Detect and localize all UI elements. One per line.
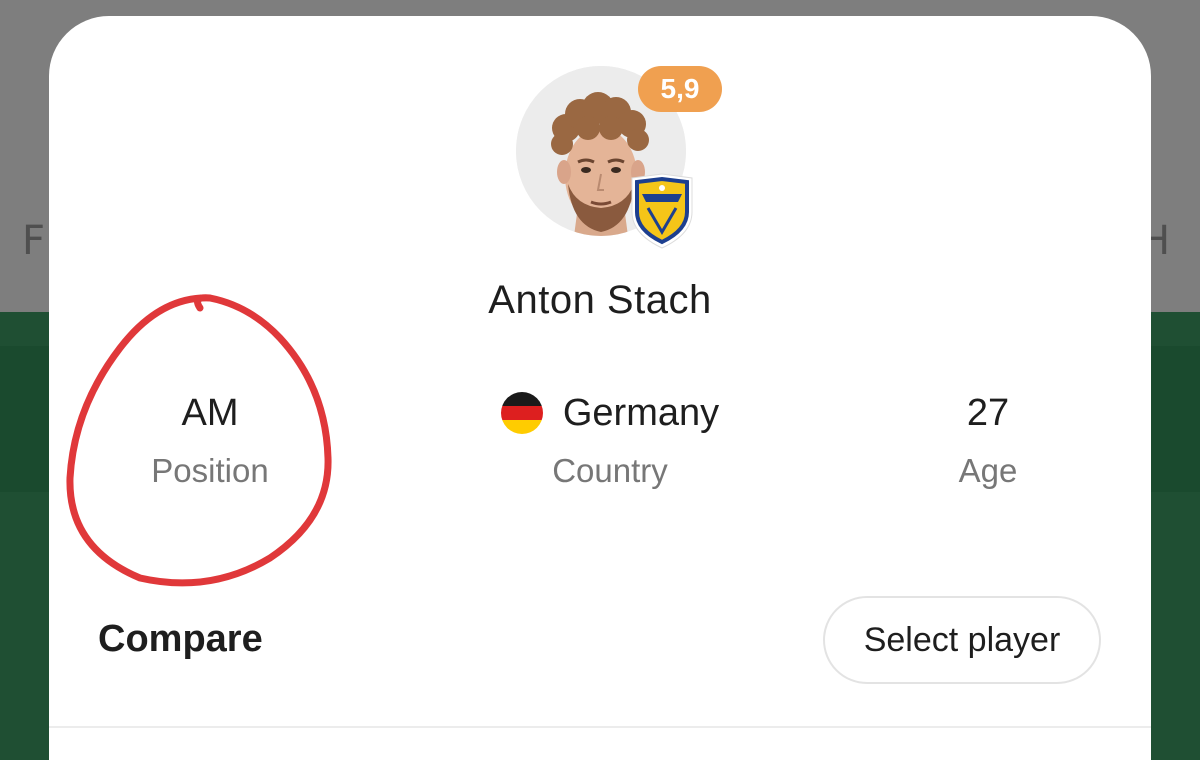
background-tab-left: F [22,218,46,264]
age-label: Age [958,452,1018,489]
country-value-row: Germany [460,390,760,436]
divider [49,726,1151,728]
stat-position: AM Position [110,390,310,490]
compare-title: Compare [98,618,263,660]
germany-flag-icon [500,392,543,434]
rating-badge: 5,9 [638,66,722,112]
select-player-button[interactable]: Select player [823,596,1101,684]
stat-age: 27 Age [888,390,1088,490]
leeds-united-crest-icon [628,172,696,250]
position-value: AM [181,392,239,434]
player-name: Anton Stach [488,278,712,322]
country-value: Germany [562,392,720,434]
position-label: Position [151,452,269,489]
stat-country: Germany Country [460,390,760,490]
age-value: 27 [966,392,1010,434]
country-label: Country [552,452,668,489]
